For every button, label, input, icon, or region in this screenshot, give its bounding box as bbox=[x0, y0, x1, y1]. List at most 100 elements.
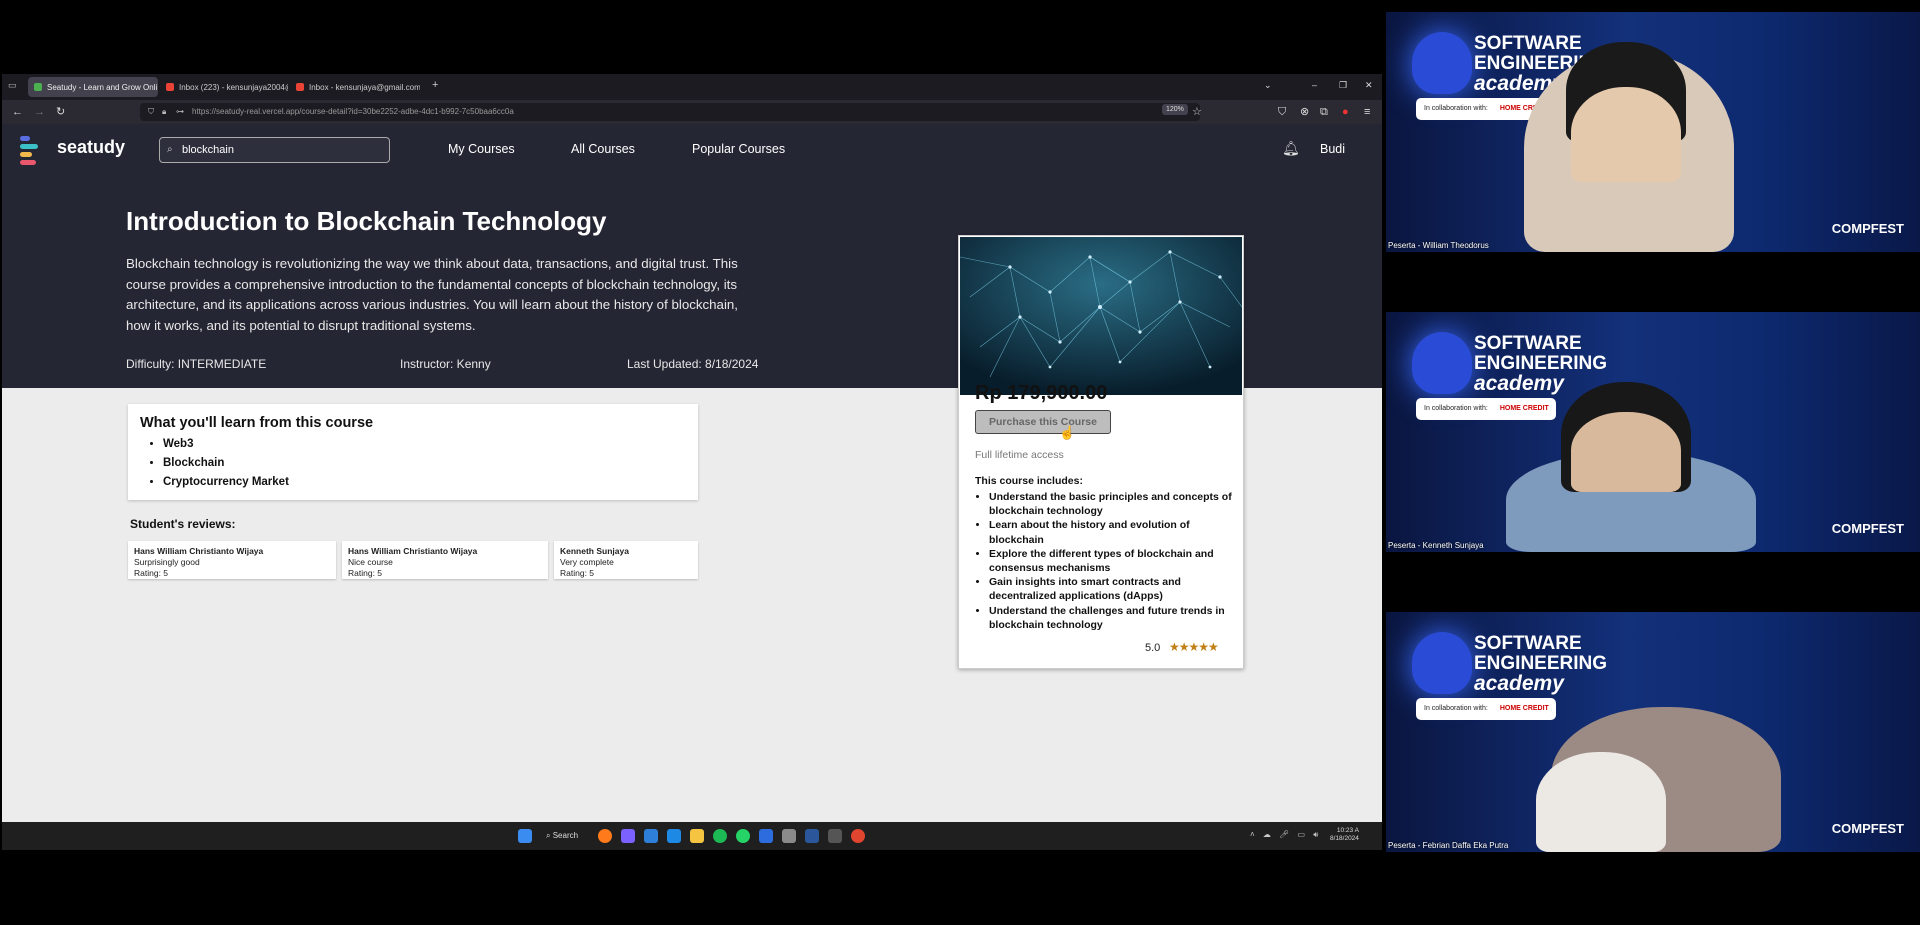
terminal-icon[interactable] bbox=[828, 829, 842, 843]
nav-popular-courses[interactable]: Popular Courses bbox=[692, 142, 785, 156]
academy-emblem-icon bbox=[1412, 32, 1472, 94]
includes-list: Understand the basic principles and conc… bbox=[975, 490, 1239, 632]
review-text: Very complete bbox=[560, 557, 614, 567]
tab-list-icon[interactable]: ▭ bbox=[8, 74, 17, 97]
taskbar-clock[interactable]: 10:23 A 8/18/2024 bbox=[1330, 827, 1359, 843]
course-price: Rp 179,900.00 bbox=[975, 382, 1108, 404]
participant-face bbox=[1571, 87, 1681, 182]
chrome-icon[interactable] bbox=[851, 829, 865, 843]
nav-my-courses[interactable]: My Courses bbox=[448, 142, 515, 156]
menu-icon[interactable]: ≡ bbox=[1364, 100, 1370, 124]
rating-value: 5.0 bbox=[1145, 642, 1161, 654]
new-tab-button[interactable]: + bbox=[432, 74, 438, 97]
teams-icon[interactable] bbox=[621, 829, 635, 843]
network-graphic-icon bbox=[960, 237, 1242, 395]
participant-video-tile[interactable]: SOFTWARE ENGINEERING academy In collaborat… bbox=[1386, 312, 1920, 552]
participant-hair bbox=[1536, 752, 1666, 852]
windows-start-icon[interactable] bbox=[518, 829, 532, 843]
compfest-logo: COMPFEST bbox=[1831, 221, 1904, 236]
shared-screen: ▭ Seatudy - Learn and Grow Onli ✕ Inbox … bbox=[2, 74, 1382, 850]
shield-icon: ⛉ bbox=[148, 107, 154, 116]
course-last-updated: Last Updated: 8/18/2024 bbox=[627, 357, 759, 371]
reviews-title: Student's reviews: bbox=[130, 517, 236, 531]
extensions-icon[interactable]: ⧉ bbox=[1320, 100, 1328, 124]
mail-icon[interactable] bbox=[644, 829, 658, 843]
star-rating-icon: ★★★★★ bbox=[1169, 640, 1219, 654]
file-explorer-icon[interactable] bbox=[690, 829, 704, 843]
tab-label: Seatudy - Learn and Grow Onli bbox=[47, 82, 158, 92]
forward-icon[interactable]: → bbox=[34, 100, 45, 124]
cursor-icon: ☝ bbox=[1059, 425, 1076, 440]
clock-time: 10:23 A bbox=[1336, 827, 1359, 834]
review-rating: Rating: 5 bbox=[560, 568, 595, 578]
browser-navbar: ← → ↻ ⛉ 🔒︎ ⊶ https://seatudy-real.vercel… bbox=[2, 100, 1382, 124]
list-item: Gain insights into smart contracts and d… bbox=[989, 575, 1239, 603]
list-item: Web3 bbox=[163, 438, 289, 450]
bell-icon[interactable]: 🔔︎ bbox=[1282, 140, 1300, 157]
tab-inbox-2[interactable]: Inbox - kensunjaya@gmail.com ✕ bbox=[290, 77, 420, 97]
course-title: Introduction to Blockchain Technology bbox=[126, 206, 607, 236]
whatsapp-icon[interactable] bbox=[736, 829, 750, 843]
user-menu[interactable]: Budi bbox=[1320, 142, 1345, 156]
seatudy-logo-icon[interactable] bbox=[20, 136, 38, 168]
reload-icon[interactable]: ↻ bbox=[56, 100, 65, 124]
zoom-app-icon[interactable] bbox=[759, 829, 773, 843]
search-input[interactable]: ⌕ blockchain bbox=[159, 137, 390, 163]
clock-date: 8/18/2024 bbox=[1330, 835, 1359, 842]
learn-list: Web3 Blockchain Cryptocurrency Market bbox=[148, 438, 289, 495]
minimize-icon[interactable]: – bbox=[1312, 74, 1317, 97]
tab-seatudy[interactable]: Seatudy - Learn and Grow Onli ✕ bbox=[28, 77, 158, 97]
course-difficulty: Difficulty: INTERMEDIATE bbox=[126, 357, 267, 371]
tab-label: Inbox (223) - kensunjaya2004@ bbox=[179, 82, 288, 92]
extension-icon[interactable]: ⊗ bbox=[1300, 100, 1309, 124]
bookmark-star-icon[interactable]: ☆ bbox=[1192, 100, 1202, 124]
vscode-icon[interactable] bbox=[667, 829, 681, 843]
restore-icon[interactable]: ❐ bbox=[1339, 74, 1347, 97]
purchase-button[interactable]: Purchase this Course bbox=[975, 410, 1111, 434]
url-text: https://seatudy-real.vercel.app/course-d… bbox=[192, 107, 514, 116]
chevron-down-icon[interactable]: ⌄ bbox=[1264, 74, 1272, 97]
firefox-icon[interactable] bbox=[598, 829, 612, 843]
search-value: blockchain bbox=[182, 144, 234, 156]
app-header: seatudy ⌕ blockchain My Courses All Cour… bbox=[2, 124, 1382, 176]
tab-inbox-1[interactable]: Inbox (223) - kensunjaya2004@ ✕ bbox=[160, 77, 288, 97]
lifetime-access: Full lifetime access bbox=[975, 449, 1064, 461]
list-item: Explore the different types of blockchai… bbox=[989, 547, 1239, 575]
system-tray-icon[interactable]: ˄ ☁ 🎤︎ ▭ 🔊︎ bbox=[1250, 830, 1321, 840]
address-bar[interactable]: ⛉ 🔒︎ ⊶ https://seatudy-real.vercel.app/c… bbox=[140, 103, 1200, 121]
course-purchase-card: Rp 179,900.00 Purchase this Course ☝ Ful… bbox=[958, 235, 1244, 669]
compfest-logo: COMPFEST bbox=[1831, 521, 1904, 536]
settings-gear-icon[interactable] bbox=[782, 829, 796, 843]
participant-face bbox=[1571, 412, 1681, 492]
academy-branding: SOFTWARE ENGINEERING academy bbox=[1474, 333, 1608, 395]
list-item: Learn about the history and evolution of… bbox=[989, 518, 1239, 546]
review-rating: Rating: 5 bbox=[348, 568, 383, 578]
word-icon[interactable] bbox=[805, 829, 819, 843]
search-icon: ⌕ bbox=[167, 144, 173, 155]
window-close-icon[interactable]: ✕ bbox=[1365, 74, 1373, 97]
learn-title: What you'll learn from this course bbox=[140, 415, 374, 431]
course-instructor: Instructor: Kenny bbox=[400, 357, 491, 371]
spotify-icon[interactable] bbox=[713, 829, 727, 843]
record-icon[interactable]: ● bbox=[1342, 100, 1349, 124]
participant-video-tile[interactable]: SOFTWARE ENGINEERING academy In collaborat… bbox=[1386, 12, 1920, 252]
taskbar-search[interactable]: ⌕ Search bbox=[546, 831, 578, 841]
review-card: Hans William Christianto Wijaya Nice cou… bbox=[342, 541, 548, 579]
close-icon[interactable]: ✕ bbox=[157, 82, 158, 93]
collab-banner: In collaboration with: HOME CREDIT bbox=[1416, 698, 1556, 720]
nav-all-courses[interactable]: All Courses bbox=[571, 142, 635, 156]
browser-tabbar: ▭ Seatudy - Learn and Grow Onli ✕ Inbox … bbox=[2, 74, 1382, 100]
course-thumbnail bbox=[960, 237, 1242, 395]
course-description: Blockchain technology is revolutionizing… bbox=[126, 256, 738, 333]
list-item: Understand the basic principles and conc… bbox=[989, 490, 1239, 518]
review-rating: Rating: 5 bbox=[134, 568, 169, 578]
learn-card: What you'll learn from this course Web3 … bbox=[128, 404, 698, 500]
zoom-indicator[interactable]: 120% bbox=[1162, 104, 1188, 115]
includes-title: This course includes: bbox=[975, 475, 1083, 487]
pocket-icon[interactable]: ⛉ bbox=[1278, 100, 1286, 124]
tab-label: Inbox - kensunjaya@gmail.com bbox=[309, 82, 420, 92]
academy-branding: SOFTWARE ENGINEERING academy bbox=[1474, 633, 1608, 695]
logo-text[interactable]: seatudy bbox=[57, 137, 125, 158]
participant-video-tile[interactable]: SOFTWARE ENGINEERING academy In collaborat… bbox=[1386, 612, 1920, 852]
back-icon[interactable]: ← bbox=[12, 100, 23, 124]
